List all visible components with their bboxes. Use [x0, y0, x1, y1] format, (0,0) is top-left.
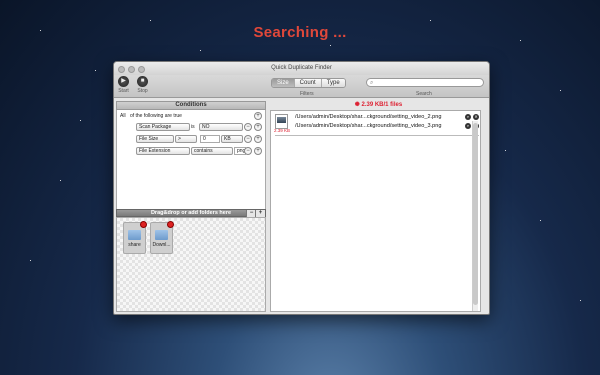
spinner-icon: ✺	[354, 102, 360, 108]
add-condition-button[interactable]: +	[254, 112, 262, 120]
condition-unit-popup[interactable]: KB	[221, 135, 243, 143]
stop-button[interactable]: ■ Stop	[137, 76, 148, 94]
image-file-icon	[275, 114, 288, 129]
window-controls	[118, 66, 145, 73]
folder-item[interactable]: Downl...	[150, 221, 174, 254]
folder-icon	[128, 230, 141, 240]
add-condition-button[interactable]: +	[254, 135, 262, 143]
remove-condition-button[interactable]: −	[244, 123, 252, 131]
folder-label: share	[128, 242, 141, 248]
quantifier-popup[interactable]: All	[120, 113, 126, 119]
results-summary-text: 2.39 KB/1 files	[361, 102, 403, 108]
remove-folder-badge-icon[interactable]	[167, 221, 174, 228]
tab-type[interactable]: Type	[321, 79, 345, 87]
add-condition-button[interactable]: +	[254, 147, 262, 155]
reveal-file-icon[interactable]: ⌕	[465, 123, 471, 129]
folder-drop-area[interactable]: share Downl...	[116, 217, 266, 312]
conditions-header: Conditions	[116, 101, 266, 110]
results-list: 2.39 KB /Users/admin/Desktop/shar...ckgr…	[270, 110, 481, 312]
play-icon: ▶	[118, 76, 129, 87]
filter-segmented-control: Size Count Type	[271, 78, 346, 88]
quantifier-suffix: of the following are true	[129, 113, 182, 119]
group-separator	[275, 135, 479, 136]
remove-folder-badge-icon[interactable]	[140, 221, 147, 228]
delete-file-icon[interactable]: ✕	[473, 114, 479, 120]
tab-size[interactable]: Size	[272, 79, 295, 87]
scrollbar-thumb[interactable]	[473, 123, 478, 305]
remove-condition-button[interactable]: −	[244, 135, 252, 143]
folder-label: Downl...	[152, 242, 171, 248]
title-bar: Quick Duplicate Finder	[114, 62, 489, 75]
remove-condition-button[interactable]: −	[244, 147, 252, 155]
folder-item[interactable]: share	[123, 221, 147, 254]
folder-icon	[155, 230, 168, 240]
drop-area-header: Drag&drop or add folders here − +	[116, 209, 266, 217]
add-condition-button[interactable]: +	[254, 123, 262, 131]
search-caption: Search	[416, 91, 432, 97]
condition-value-popup[interactable]: NO	[199, 123, 243, 131]
reveal-file-icon[interactable]: ⌕	[465, 114, 471, 120]
minimize-window-button[interactable]	[128, 66, 135, 73]
stop-label: Stop	[137, 88, 148, 94]
results-summary: ✺ 2.39 KB/1 files	[270, 101, 487, 110]
condition-operator-popup[interactable]: contains	[191, 147, 233, 155]
result-file-path[interactable]: /Users/admin/Desktop/shar...ckground/set…	[295, 123, 441, 129]
close-window-button[interactable]	[118, 66, 125, 73]
add-folder-button[interactable]: +	[255, 210, 265, 217]
condition-field-popup[interactable]: File Size	[136, 135, 174, 143]
result-file-path[interactable]: /Users/admin/Desktop/shar...ckground/set…	[295, 114, 441, 120]
left-pane: Conditions All of the following are true…	[116, 101, 266, 312]
drop-area-label: Drag&drop or add folders here	[150, 210, 232, 216]
results-scrollbar[interactable]	[472, 121, 478, 311]
quantifier-row: All of the following are true	[120, 113, 182, 121]
conditions-list: All of the following are true + Scan Pac…	[116, 110, 266, 212]
app-window: Quick Duplicate Finder ▶ Start ■ Stop Si…	[113, 61, 490, 315]
condition-size-field[interactable]: 0	[200, 135, 220, 143]
searching-headline: Searching ...	[253, 24, 347, 41]
start-label: Start	[118, 88, 129, 94]
condition-field-popup[interactable]: File Extension	[136, 147, 190, 155]
search-input[interactable]: ⌕	[366, 78, 484, 87]
condition-operator-popup[interactable]: >	[175, 135, 197, 143]
condition-operator-label: is	[191, 124, 195, 130]
toolbar: ▶ Start ■ Stop Size Count Type Filters ⌕…	[114, 75, 489, 98]
condition-field-popup[interactable]: Scan Package	[136, 123, 190, 131]
zoom-window-button[interactable]	[138, 66, 145, 73]
start-button[interactable]: ▶ Start	[118, 76, 129, 94]
search-icon: ⌕	[370, 80, 374, 86]
stop-icon: ■	[137, 76, 148, 87]
results-pane: ✺ 2.39 KB/1 files 2.39 KB /Users/admin/D…	[270, 101, 487, 312]
window-title: Quick Duplicate Finder	[271, 65, 332, 71]
filters-caption: Filters	[300, 91, 314, 97]
tab-count[interactable]: Count	[294, 79, 322, 87]
group-size-label: 2.39 KB	[274, 128, 291, 133]
